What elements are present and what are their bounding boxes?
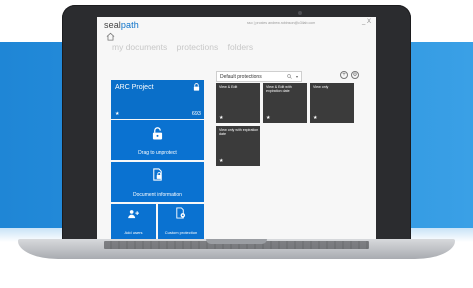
settings-icon: ⚙ (352, 72, 358, 78)
add-protection-button[interactable]: + (340, 71, 348, 79)
custom-protection-tile[interactable]: Custom protection (158, 204, 204, 239)
add-users-label: Add users (124, 230, 143, 236)
nav-folders[interactable]: folders (228, 42, 254, 52)
protection-settings-button[interactable]: ⚙ (351, 71, 359, 79)
lock-icon (193, 83, 200, 91)
add-users-tile[interactable]: Add users (111, 204, 156, 239)
protection-tile-view-only[interactable]: View only ★ (310, 83, 354, 123)
protection-tile-view-edit[interactable]: View & Edit ★ (216, 83, 260, 123)
custom-protection-label: Custom protection (164, 230, 198, 236)
protections-dropdown[interactable]: Default protections ▾ (216, 71, 302, 82)
protection-tile-label: View only (313, 85, 329, 89)
protection-tile-label: View & Edit with expiration date (266, 85, 292, 94)
favorite-star[interactable]: ★ (115, 111, 119, 117)
drag-to-unprotect-tile[interactable]: Drag to unprotect (111, 120, 204, 160)
favorite-star[interactable]: ★ (219, 158, 223, 164)
project-tile-arc[interactable]: ARC Project ★ 693 (111, 80, 204, 119)
search-icon[interactable] (287, 73, 292, 79)
laptop-base-notch (206, 239, 267, 244)
dropdown-value: Default protections (220, 73, 262, 80)
favorite-star[interactable]: ★ (266, 115, 270, 121)
unlock-icon (152, 127, 163, 140)
project-title: ARC Project (115, 84, 154, 91)
chevron-down-icon[interactable]: ▾ (296, 74, 298, 79)
favorite-star[interactable]: ★ (313, 115, 317, 121)
home-icon[interactable] (106, 32, 115, 41)
document-information-tile[interactable]: Document information (111, 162, 204, 202)
add-users-icon (128, 210, 139, 219)
main-nav: my documents protections folders (112, 42, 260, 52)
favorite-star[interactable]: ★ (219, 115, 223, 121)
brand-logo: sealpath (104, 20, 139, 30)
camera-dot (298, 11, 302, 15)
protection-tile-view-only-expiration[interactable]: View only with expiration date ★ (216, 126, 260, 166)
custom-protection-icon (176, 207, 186, 219)
nav-protections[interactable]: protections (177, 42, 219, 52)
document-info-icon (153, 168, 162, 181)
brand-prefix: seal (104, 20, 121, 30)
project-count: 693 (191, 111, 201, 117)
protection-tile-label: View & Edit (219, 85, 238, 89)
document-information-label: Document information (133, 192, 182, 198)
drag-to-unprotect-label: Drag to unprotect (138, 150, 177, 156)
protection-tile-label: View only with expiration date (219, 128, 259, 137)
protection-tile-view-edit-expiration[interactable]: View & Edit with expiration date ★ (263, 83, 307, 123)
brand-suffix: path (120, 20, 139, 30)
account-links[interactable]: sso | proxies andrew.robinson@c3ilab.com (247, 21, 315, 25)
app-window: sealpath sso | proxies andrew.robinson@c… (97, 17, 376, 239)
window-controls[interactable]: _ X (362, 19, 371, 25)
nav-my-documents[interactable]: my documents (112, 42, 167, 52)
add-icon: + (342, 72, 346, 78)
